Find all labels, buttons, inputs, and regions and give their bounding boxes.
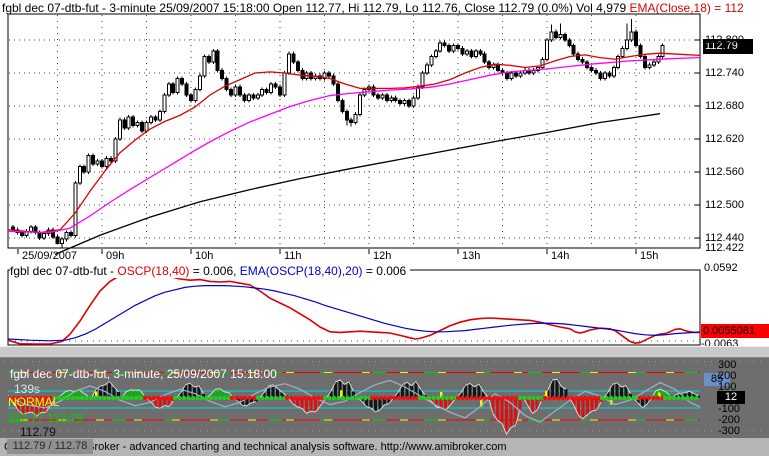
bid-ask-values: 112.77 112.79 (8, 411, 83, 425)
last-trade-value: 112.79 (20, 425, 56, 439)
bar-countdown: 139s (14, 382, 41, 396)
status-label: NORMAL (8, 395, 60, 409)
oscp-value-badge: 0.0055081 (701, 324, 769, 338)
price-chart-canvas[interactable] (0, 0, 769, 263)
oscp-title-symbol: fgbl dec 07-dtb-fut - (10, 264, 118, 278)
oscp-title-ema: EMA(OSCP(18,40),20) (239, 264, 363, 278)
time-axis-label: 11h (284, 250, 302, 262)
price-axis-label: 112.500 (705, 199, 744, 211)
oscp-panel-title: fgbl dec 07-dtb-fut - OSCP(18,40) = 0.00… (10, 264, 411, 278)
status-bar: Created with AmiBroker - advanced charti… (0, 438, 769, 456)
time-axis-label: 12h (373, 250, 392, 262)
price-axis-label: 112.560 (705, 166, 744, 178)
quote-overlay-text: 112.79 / 112.78 (12, 440, 88, 452)
amibroker-window: fgbl dec 07-dtb-fut - 3-minute 25/09/200… (0, 0, 769, 456)
ribbon-axis-label: -300 (718, 425, 741, 437)
time-axis-label: 13h (462, 250, 481, 262)
time-axis-label: 15h (640, 250, 659, 262)
time-axis-label: 14h (551, 250, 570, 262)
price-axis-label: 112.680 (705, 100, 744, 112)
oscp-axis-max-label: 0.0592 (704, 262, 738, 274)
price-axis-label: 112.740 (705, 67, 744, 79)
price-axis-label: 112.620 (705, 133, 744, 145)
price-axis-min-label: 112.422 (705, 241, 744, 254)
quote-overlay-box: 112.79 / 112.78 (7, 439, 93, 454)
oscp-title-eq1: = 0.006, (189, 264, 240, 278)
oscp-title-oscp: OSCP(18,40) (117, 264, 190, 278)
ribbon-title: fgbl dec 07-dtb-fut, 3-minute, 25/09/200… (10, 367, 277, 381)
time-axis-label: 10h (195, 250, 214, 262)
price-axis-label: 112.800 (705, 34, 744, 46)
time-axis-label: 25/09/2007 (22, 250, 78, 262)
ribbon-axis-label: 100 (718, 381, 737, 393)
time-axis-label: 09h (106, 250, 125, 262)
oscp-title-eq2: = 0.006 (362, 264, 407, 278)
